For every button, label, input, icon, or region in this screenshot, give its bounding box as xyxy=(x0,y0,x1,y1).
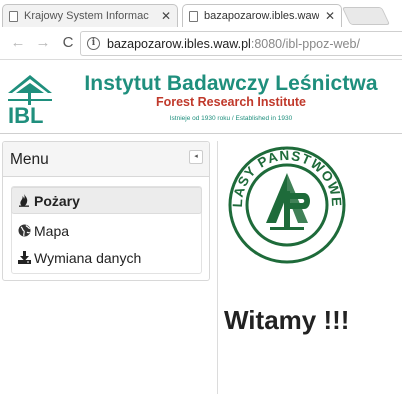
info-icon[interactable]: i xyxy=(87,37,100,50)
ibl-logo[interactable]: IBL xyxy=(4,71,64,127)
url-host: bazapozarow.ibles.waw.pl xyxy=(107,36,251,51)
page-icon xyxy=(189,10,198,22)
back-button[interactable]: ← xyxy=(8,33,28,53)
menu-item-label: Pożary xyxy=(34,192,80,209)
welcome-heading: Witamy !!! xyxy=(224,305,350,335)
tab-krajowy-system[interactable]: Krajowy System Informac ✕ xyxy=(2,4,178,27)
browser-toolbar: ← → C i bazapozarow.ibles.waw.pl:8080/ib… xyxy=(0,27,402,60)
lasy-panstwowe-logo: LASY PAŃSTWOWE xyxy=(228,146,346,264)
tab-title: Krajowy System Informac xyxy=(24,10,149,22)
established-note: Istnieje od 1930 roku / Established in 1… xyxy=(169,115,293,122)
menu-item-label: Wymiana danych xyxy=(34,249,142,266)
institute-subtitle: Forest Research Institute xyxy=(155,95,307,109)
fire-icon xyxy=(17,194,31,208)
page-icon xyxy=(9,10,18,22)
address-bar[interactable]: i bazapozarow.ibles.waw.pl:8080/ibl-ppoz… xyxy=(80,31,402,56)
download-icon xyxy=(17,251,31,265)
menu-title: Menu xyxy=(10,151,49,168)
globe-icon xyxy=(17,224,31,238)
menu-header: Menu ◂ xyxy=(3,142,209,177)
reload-button[interactable]: C xyxy=(58,33,78,53)
collapse-icon[interactable]: ◂ xyxy=(189,150,203,164)
sidebar: Menu ◂ Pożary Mapa Wymiana danych xyxy=(0,141,212,394)
logo-text: IBL xyxy=(8,103,43,127)
forward-button[interactable]: → xyxy=(33,33,53,53)
close-icon[interactable]: ✕ xyxy=(325,9,335,23)
tab-title: bazapozarow.ibles.waw.p xyxy=(204,10,319,22)
menu-list: Pożary Mapa Wymiana danych xyxy=(11,186,202,274)
close-icon[interactable]: ✕ xyxy=(161,9,171,23)
main-divider xyxy=(217,141,218,394)
header-divider xyxy=(0,133,402,134)
menu-item-mapa[interactable]: Mapa xyxy=(12,217,201,244)
menu-item-pozary[interactable]: Pożary xyxy=(11,187,202,214)
menu-panel: Menu ◂ Pożary Mapa Wymiana danych xyxy=(2,141,210,281)
menu-item-label: Mapa xyxy=(34,222,70,239)
site-header: IBL Instytut Badawczy Leśnictwa Forest R… xyxy=(0,61,402,133)
tab-strip: Krajowy System Informac ✕ bazapozarow.ib… xyxy=(0,0,402,27)
tab-bazapozarow[interactable]: bazapozarow.ibles.waw.p ✕ xyxy=(182,4,342,27)
menu-item-wymiana-danych[interactable]: Wymiana danych xyxy=(12,244,201,271)
institute-name: Instytut Badawczy Leśnictwa xyxy=(84,72,378,95)
new-tab-button[interactable] xyxy=(341,7,391,25)
url-path: :8080/ibl-ppoz-web/ xyxy=(250,36,360,51)
